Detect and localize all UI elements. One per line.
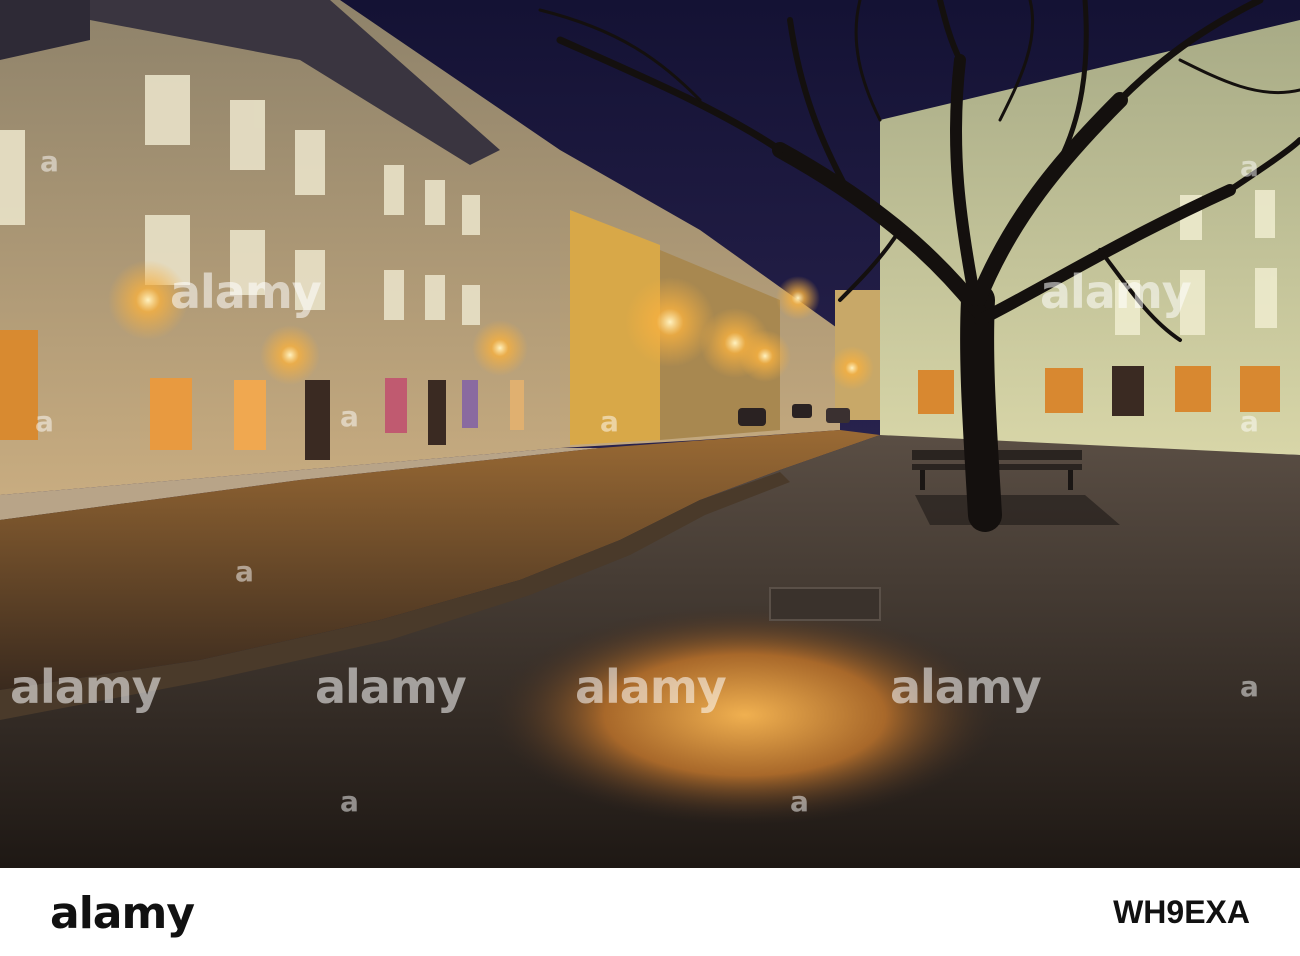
puddle-reflection [490,605,1000,825]
night-street-photo: alamy alamy alamy alamy alamy alamy a a … [0,0,1300,868]
image-id: WH9EXA [1113,894,1250,930]
right-door [1112,366,1144,416]
manhole-cover [769,587,881,621]
photo-drawing [0,0,1300,868]
brand-logo: alamy [50,888,195,939]
footer-bar: alamy WH9EXA [0,868,1300,956]
stock-photo-frame: alamy alamy alamy alamy alamy alamy a a … [0,0,1300,956]
tree-planter [915,495,1120,525]
